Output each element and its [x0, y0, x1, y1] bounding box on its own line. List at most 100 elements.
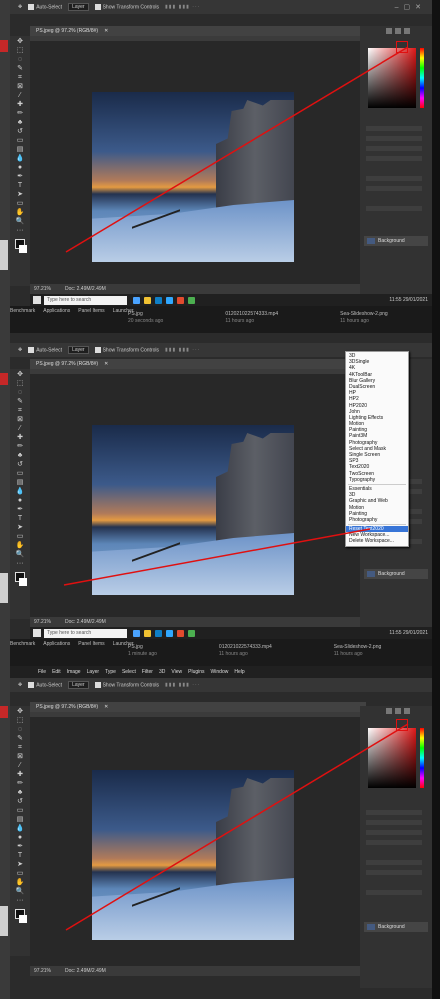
align-icons[interactable]: ▮▮▮ ▮▮▮ ··· [165, 347, 200, 353]
background-color-swatch[interactable] [19, 915, 27, 923]
zoom-tool-icon[interactable]: 🔍 [15, 888, 25, 896]
photoshop-icon[interactable] [166, 296, 173, 304]
path-select-icon[interactable]: ➤ [15, 861, 25, 869]
quick-select-icon[interactable]: ✎ [15, 65, 25, 73]
workspace-item[interactable]: Photography [346, 517, 408, 523]
blur-tool-icon[interactable]: 💧 [15, 825, 25, 833]
more-tools-icon[interactable]: ··· [15, 897, 25, 905]
marquee-tool-icon[interactable]: ⬚ [15, 717, 25, 725]
system-clock[interactable]: 11:55 29/01/2021 [389, 297, 428, 303]
pen-tool-icon[interactable]: ✒ [15, 506, 25, 514]
gradient-tool-icon[interactable]: ▤ [15, 146, 25, 154]
bookmark[interactable]: Panel Items [78, 641, 104, 647]
lasso-tool-icon[interactable]: ◌ [15, 389, 25, 397]
layer-dropdown[interactable]: Layer [68, 681, 89, 689]
layer-dropdown[interactable]: Layer [68, 346, 89, 354]
app-icon[interactable] [133, 629, 140, 637]
download-item[interactable]: Sea-Slideshow-2.png 11 hours ago [340, 311, 388, 324]
lasso-tool-icon[interactable]: ◌ [15, 56, 25, 64]
gradient-tool-icon[interactable]: ▤ [15, 816, 25, 824]
canvas-area[interactable] [30, 712, 360, 966]
move-icon[interactable]: ✥ [18, 682, 22, 688]
menu-filter[interactable]: Filter [142, 669, 153, 675]
type-tool-icon[interactable]: T [15, 852, 25, 860]
hue-slider[interactable] [420, 48, 424, 108]
share-icon[interactable] [404, 28, 410, 34]
move-tool-icon[interactable]: ✥ [15, 708, 25, 716]
type-tool-icon[interactable]: T [15, 182, 25, 190]
blur-tool-icon[interactable]: 💧 [15, 488, 25, 496]
close-tab-icon[interactable]: ✕ [104, 28, 108, 34]
windows-start-icon[interactable] [33, 629, 41, 637]
close-tab-icon[interactable]: ✕ [104, 361, 108, 367]
frame-tool-icon[interactable]: ⊠ [15, 753, 25, 761]
shape-tool-icon[interactable]: ▭ [15, 533, 25, 541]
menu-plugins[interactable]: Plugins [188, 669, 204, 675]
share-icon[interactable] [404, 708, 410, 714]
frame-tool-icon[interactable]: ⊠ [15, 83, 25, 91]
brush-tool-icon[interactable]: ✏ [15, 110, 25, 118]
pen-tool-icon[interactable]: ✒ [15, 843, 25, 851]
gradient-tool-icon[interactable]: ▤ [15, 479, 25, 487]
history-brush-icon[interactable]: ↺ [15, 461, 25, 469]
window-controls[interactable]: –▢✕ [395, 3, 426, 11]
bookmark[interactable]: Benchmark [10, 641, 35, 647]
more-tools-icon[interactable]: ··· [15, 560, 25, 568]
edge-icon[interactable] [155, 296, 162, 304]
zoom-level[interactable]: 97.21% [34, 619, 51, 625]
auto-select-checkbox[interactable]: Auto-Select [28, 681, 62, 688]
stamp-tool-icon[interactable]: ♣ [15, 119, 25, 127]
menu-view[interactable]: View [171, 669, 182, 675]
color-picker-field[interactable] [368, 728, 416, 788]
workspace-item[interactable]: Typography [346, 477, 408, 483]
crop-tool-icon[interactable]: ⌗ [15, 407, 25, 415]
brush-tool-icon[interactable]: ✏ [15, 443, 25, 451]
hand-tool-icon[interactable]: ✋ [15, 209, 25, 217]
dodge-tool-icon[interactable]: ● [15, 834, 25, 842]
photoshop-icon[interactable] [166, 629, 173, 637]
delete-workspace-item[interactable]: Delete Workspace... [346, 538, 408, 544]
document-image[interactable] [92, 425, 294, 595]
taskbar-search[interactable]: Type here to search [44, 628, 127, 638]
auto-select-checkbox[interactable]: Auto-Select [28, 3, 62, 10]
align-icons[interactable]: ▮▮▮ ▮▮▮ ··· [165, 4, 200, 10]
menu-edit[interactable]: Edit [52, 669, 61, 675]
menu-layer[interactable]: Layer [87, 669, 100, 675]
more-tools-icon[interactable]: ··· [15, 227, 25, 235]
show-transform-checkbox[interactable]: Show Transform Controls [94, 3, 159, 10]
download-item[interactable]: 012021022574333.mp4 11 hours ago [225, 311, 278, 324]
system-clock[interactable]: 11:55 29/01/2021 [389, 630, 428, 636]
folder-icon[interactable] [144, 296, 151, 304]
eyedropper-icon[interactable]: ⁄ [15, 92, 25, 100]
zoom-level[interactable]: 97.21% [34, 286, 51, 292]
path-select-icon[interactable]: ➤ [15, 524, 25, 532]
menu-type[interactable]: Type [105, 669, 116, 675]
dodge-tool-icon[interactable]: ● [15, 497, 25, 505]
canvas-area[interactable] [30, 36, 360, 284]
dodge-tool-icon[interactable]: ● [15, 164, 25, 172]
eyedropper-icon[interactable]: ⁄ [15, 762, 25, 770]
brush-tool-icon[interactable]: ✏ [15, 780, 25, 788]
shape-tool-icon[interactable]: ▭ [15, 870, 25, 878]
hand-tool-icon[interactable]: ✋ [15, 542, 25, 550]
download-item[interactable]: 012021022574333.mp4 11 hours ago [219, 644, 272, 657]
workspace-icon[interactable] [395, 28, 401, 34]
quick-select-icon[interactable]: ✎ [15, 398, 25, 406]
move-tool-icon[interactable]: ✥ [15, 371, 25, 379]
quick-select-icon[interactable]: ✎ [15, 735, 25, 743]
bookmark[interactable]: Benchmark [10, 308, 35, 314]
taskbar-search[interactable]: Type here to search [44, 295, 127, 305]
show-transform-checkbox[interactable]: Show Transform Controls [94, 346, 159, 353]
bookmark[interactable]: Panel Items [78, 308, 104, 314]
app-icon[interactable] [188, 629, 195, 637]
bookmark[interactable]: Applications [43, 308, 70, 314]
auto-select-checkbox[interactable]: Auto-Select [28, 346, 62, 353]
edge-icon[interactable] [155, 629, 162, 637]
windows-start-icon[interactable] [33, 296, 41, 304]
bookmark[interactable]: Applications [43, 641, 70, 647]
document-image[interactable] [92, 770, 294, 940]
app-icon[interactable] [188, 296, 195, 304]
eraser-icon[interactable]: ▭ [15, 807, 25, 815]
healing-brush-icon[interactable]: ✚ [15, 101, 25, 109]
download-item[interactable]: PS.jpg 20 seconds ago [128, 311, 163, 324]
